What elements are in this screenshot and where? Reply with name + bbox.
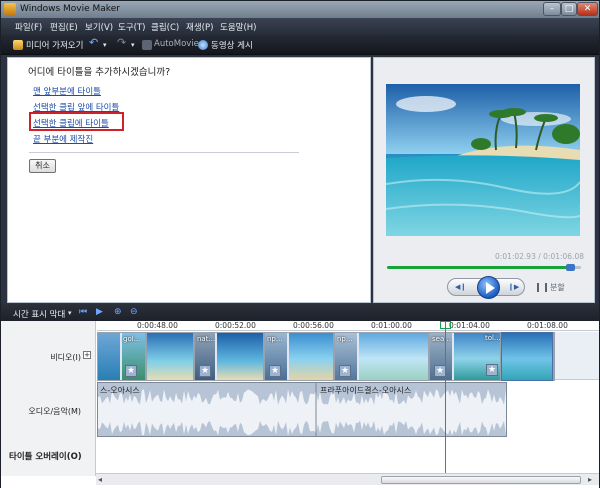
preview-monitor: 0:01:02.93 / 0:01:06.08 ◀❙ ❙▶ 분할 <box>373 57 595 303</box>
scrollbar-thumb[interactable] <box>381 476 581 484</box>
video-track[interactable]: gol... ★ nat... ★ np... ★ np... ★ sea...… <box>97 332 599 381</box>
menu-view[interactable]: 보기(V) <box>85 21 113 33</box>
video-clip[interactable] <box>146 332 194 381</box>
clip-name: sea... <box>432 335 451 343</box>
timeline-view-dropdown[interactable]: 시간 표시 막대 <box>13 308 65 320</box>
video-track-label: 비디오(I) <box>50 353 81 362</box>
audio-clip-label: 스-오아시스 <box>100 386 140 395</box>
title-on-selected-clip-link[interactable]: 선택한 클립에 타이틀 <box>33 117 109 129</box>
ruler-tick: 0:01:00.00 <box>371 321 412 330</box>
video-clip[interactable]: gol... ★ <box>97 332 146 381</box>
import-media-button[interactable]: 미디어 가져오기 <box>26 39 83 51</box>
task-title: 어디에 타이틀을 추가하시겠습니까? <box>28 67 171 78</box>
ruler-tick: 0:00:52.00 <box>215 321 256 330</box>
zoom-in-icon[interactable]: ⊕ <box>114 307 122 317</box>
clip-name: gol... <box>123 335 141 343</box>
undo-icon[interactable]: ↶ <box>89 36 98 49</box>
undo-dropdown-icon[interactable]: ▾ <box>103 41 107 49</box>
scroll-right-icon[interactable]: ▸ <box>588 475 592 484</box>
audio-track-label: 오디오/음악(M) <box>28 407 81 416</box>
star-icon: ★ <box>199 365 211 377</box>
previous-frame-button[interactable]: ◀❙ <box>455 283 467 292</box>
title-bar[interactable]: Windows Movie Maker – □ ✕ <box>1 1 599 18</box>
menu-clip[interactable]: 클립(C) <box>151 21 179 33</box>
play-icon <box>486 282 495 294</box>
movie-maker-icon <box>4 3 16 15</box>
clip-thumbnail <box>217 333 263 380</box>
maximize-button[interactable]: □ <box>561 2 577 16</box>
split-button[interactable]: 분할 <box>550 282 565 293</box>
track-labels: 비디오(I) + 오디오/음악(M) 타이틀 오버레이(O) <box>1 321 96 476</box>
timeline-toolbar: 시간 표시 막대 ▾ ⏮ ▶ ⊕ ⊖ <box>1 304 599 321</box>
menu-file[interactable]: 파일(F) <box>15 21 42 33</box>
clip-name: nat... <box>197 335 216 343</box>
window-title: Windows Movie Maker <box>20 4 120 14</box>
clip-thumbnail <box>147 333 193 380</box>
automovie-icon <box>142 40 152 50</box>
cancel-button[interactable]: 취소 <box>29 159 56 173</box>
clip-thumbnail <box>359 333 428 380</box>
menu-edit[interactable]: 편집(E) <box>50 21 78 33</box>
star-icon: ★ <box>339 365 351 377</box>
redo-dropdown-icon[interactable]: ▾ <box>131 41 135 49</box>
close-button[interactable]: ✕ <box>577 2 598 16</box>
task-pane: 어디에 타이틀을 추가하시겠습니까? 맨 앞부분에 타이틀 선택한 클립 앞에 … <box>7 57 371 303</box>
app-window: Windows Movie Maker – □ ✕ 파일(F) 편집(E) 보기… <box>0 0 600 488</box>
horizontal-scrollbar[interactable]: ◂ ▸ <box>96 473 599 485</box>
import-media-icon <box>13 40 23 50</box>
video-clip[interactable]: nat... ★ <box>194 332 264 381</box>
play-timeline-icon[interactable]: ▶ <box>96 307 103 317</box>
clip-thumbnail <box>289 333 333 380</box>
clip-name: np... <box>337 335 353 343</box>
video-clip-selected[interactable] <box>501 332 553 381</box>
video-clip[interactable]: np... ★ <box>264 332 334 381</box>
preview-image <box>386 84 580 236</box>
time-ruler[interactable]: 0:00:48.00 0:00:52.00 0:00:56.00 0:01:00… <box>97 321 599 331</box>
video-clip[interactable]: np... ★ <box>334 332 429 381</box>
preview-time: 0:01:02.93 / 0:01:06.08 <box>495 252 584 261</box>
clip-end <box>553 332 555 381</box>
star-icon: ★ <box>486 364 498 376</box>
seek-bar[interactable] <box>387 266 581 269</box>
playhead[interactable] <box>445 321 446 476</box>
clip-name: np... <box>267 335 283 343</box>
menu-play[interactable]: 재생(P) <box>186 21 213 33</box>
toolbar: 미디어 가져오기 ↶ ▾ ↷ ▾ AutoMovie 동영상 게시 <box>1 35 599 55</box>
menu-bar: 파일(F) 편집(E) 보기(V) 도구(T) 클립(C) 재생(P) 도움말(… <box>1 18 599 35</box>
redo-icon[interactable]: ↷ <box>117 36 126 49</box>
star-icon: ★ <box>125 365 137 377</box>
publish-movie-icon <box>198 40 208 50</box>
ruler-tick: 0:01:04.00 <box>449 321 490 330</box>
zoom-out-icon[interactable]: ⊖ <box>130 307 138 317</box>
ruler-tick: 0:00:48.00 <box>137 321 178 330</box>
expand-icon[interactable]: + <box>83 351 91 359</box>
title-at-beginning-link[interactable]: 맨 앞부분에 타이틀 <box>33 85 101 97</box>
timeline: 비디오(I) + 오디오/음악(M) 타이틀 오버레이(O) 0:00:48.0… <box>1 321 599 488</box>
next-frame-button[interactable]: ❙▶ <box>508 283 520 292</box>
clip-thumbnail <box>98 333 120 380</box>
menu-tools[interactable]: 도구(T) <box>118 21 145 33</box>
ruler-tick: 0:01:08.00 <box>527 321 568 330</box>
ruler-tick: 0:00:56.00 <box>293 321 334 330</box>
play-button[interactable] <box>477 276 500 299</box>
automovie-button[interactable]: AutoMovie <box>154 39 199 49</box>
clip-thumbnail <box>502 333 552 380</box>
rewind-icon[interactable]: ⏮ <box>79 307 87 317</box>
player-controls: ◀❙ ❙▶ <box>447 276 525 299</box>
scroll-left-icon[interactable]: ◂ <box>98 475 102 484</box>
split-icon <box>537 283 547 292</box>
minimize-button[interactable]: – <box>543 2 561 16</box>
publish-movie-button[interactable]: 동영상 게시 <box>211 39 253 51</box>
credits-at-end-link[interactable]: 끝 부분에 제작진 <box>33 133 93 145</box>
star-icon: ★ <box>269 365 281 377</box>
audio-clip-label: 프라푸아이드결스-오아시스 <box>320 386 412 395</box>
chevron-down-icon[interactable]: ▾ <box>68 309 72 317</box>
divider <box>29 152 299 153</box>
menu-help[interactable]: 도움말(H) <box>220 21 256 33</box>
overlay-track-label: 타이틀 오버레이(O) <box>9 452 82 462</box>
seek-thumb[interactable] <box>566 264 576 271</box>
clip-name: tol... <box>485 334 501 342</box>
